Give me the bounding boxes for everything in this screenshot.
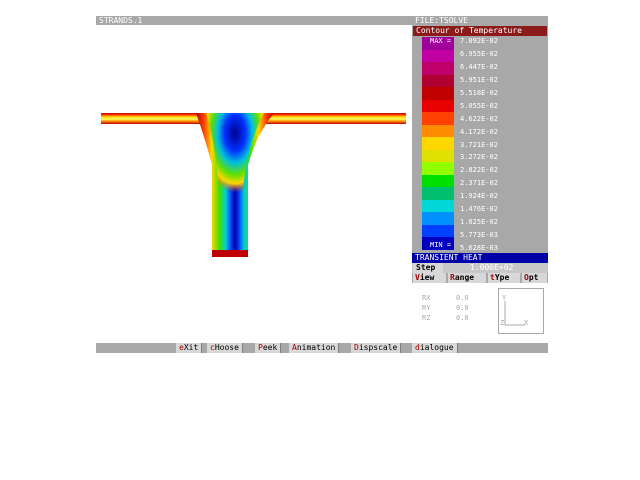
legend-value-label: 1.025E-02 — [460, 218, 498, 227]
analysis-mode: TRANSIENT HEAT — [412, 253, 548, 263]
legend-swatch — [422, 224, 454, 238]
legend-swatch — [422, 74, 454, 88]
legend-value-label: 7.092E-02 — [460, 37, 498, 45]
tab-view-label: iew — [419, 273, 435, 282]
legend-value-label: 5.773E-03 — [460, 231, 498, 240]
legend-value-label: 6.955E-02 — [460, 49, 498, 58]
legend-value-label: 4.622E-02 — [460, 114, 498, 123]
menu-dialogue-label: ialogue — [419, 343, 454, 352]
menu-peek-label: eek — [262, 343, 278, 352]
rx-label: RX — [422, 294, 431, 302]
legend-swatch — [422, 199, 454, 213]
legend-swatch — [422, 162, 454, 176]
menu-exit[interactable]: eXit — [176, 343, 203, 353]
legend-swatch — [422, 124, 454, 138]
legend-value-label: 2.371E-02 — [460, 179, 498, 188]
menu-animation[interactable]: Animation — [289, 343, 340, 353]
legend-title: Contour of Temperature — [413, 26, 547, 36]
legend-swatch — [422, 62, 454, 76]
tab-opt[interactable]: Opt — [522, 273, 547, 283]
menu-dialogue[interactable]: dialogue — [412, 343, 458, 353]
legend-value-label: 5.628E-03 — [460, 244, 498, 252]
file-title: FILE:TSOLVE — [412, 16, 548, 25]
axis-x-label: X — [524, 319, 529, 327]
contour-plot[interactable] — [96, 25, 412, 343]
legend-value-label: 3.272E-02 — [460, 153, 498, 162]
tab-view[interactable]: View — [413, 273, 446, 283]
ry-value[interactable]: 0.0 — [456, 304, 469, 312]
legend-swatch — [422, 99, 454, 113]
legend-swatch — [422, 174, 454, 188]
legend-value-label: 5.518E-02 — [460, 88, 498, 97]
legend-value-label: 2.822E-02 — [460, 166, 498, 175]
legend-value-label: 4.172E-02 — [460, 127, 498, 136]
rz-value[interactable]: 0.0 — [456, 314, 469, 322]
rx-value[interactable]: 0.0 — [456, 294, 469, 302]
step-button[interactable]: Step — [413, 263, 443, 273]
legend-value-label: 1.924E-02 — [460, 192, 498, 201]
legend-value-label: 1.476E-02 — [460, 205, 498, 214]
tab-type[interactable]: tYpe — [488, 273, 520, 283]
tab-opt-label: pt — [528, 273, 539, 282]
tab-range-label: ange — [454, 273, 475, 282]
legend-value-label: 5.951E-02 — [460, 75, 498, 84]
menu-peek[interactable]: Peek — [255, 343, 282, 353]
legend-value-label: 5.055E-02 — [460, 101, 498, 110]
menu-exit-label: Xit — [183, 343, 199, 352]
legend-swatch — [422, 112, 454, 126]
menu-dispscale-label: ispscale — [358, 343, 398, 352]
legend-max-label: MAX = — [430, 37, 452, 45]
tab-range[interactable]: Range — [448, 273, 486, 283]
tab-type-label: Ype — [494, 273, 510, 282]
window-title: STRANDS.1 — [96, 16, 412, 25]
axis-z-label: Z — [500, 319, 505, 327]
legend-swatch — [422, 212, 454, 226]
rz-label: RZ — [422, 314, 431, 322]
step-value: 1.000E+02 — [470, 263, 514, 272]
ry-label: RY — [422, 304, 431, 312]
legend-swatch — [422, 187, 454, 201]
menu-choose-label: Hoose — [214, 343, 239, 352]
axis-y-label: Y — [502, 294, 507, 302]
legend-value-label: 6.447E-02 — [460, 62, 498, 71]
menu-animation-label: nimation — [296, 343, 336, 352]
legend-swatch — [422, 87, 454, 101]
legend-swatch — [422, 49, 454, 63]
legend-min-label: MIN = — [430, 241, 452, 249]
menu-choose[interactable]: cHoose — [207, 343, 243, 353]
legend-value-label: 3.721E-02 — [460, 140, 498, 149]
legend-swatch — [422, 149, 454, 163]
menu-dispscale[interactable]: Dispscale — [351, 343, 402, 353]
legend-swatch — [422, 137, 454, 151]
